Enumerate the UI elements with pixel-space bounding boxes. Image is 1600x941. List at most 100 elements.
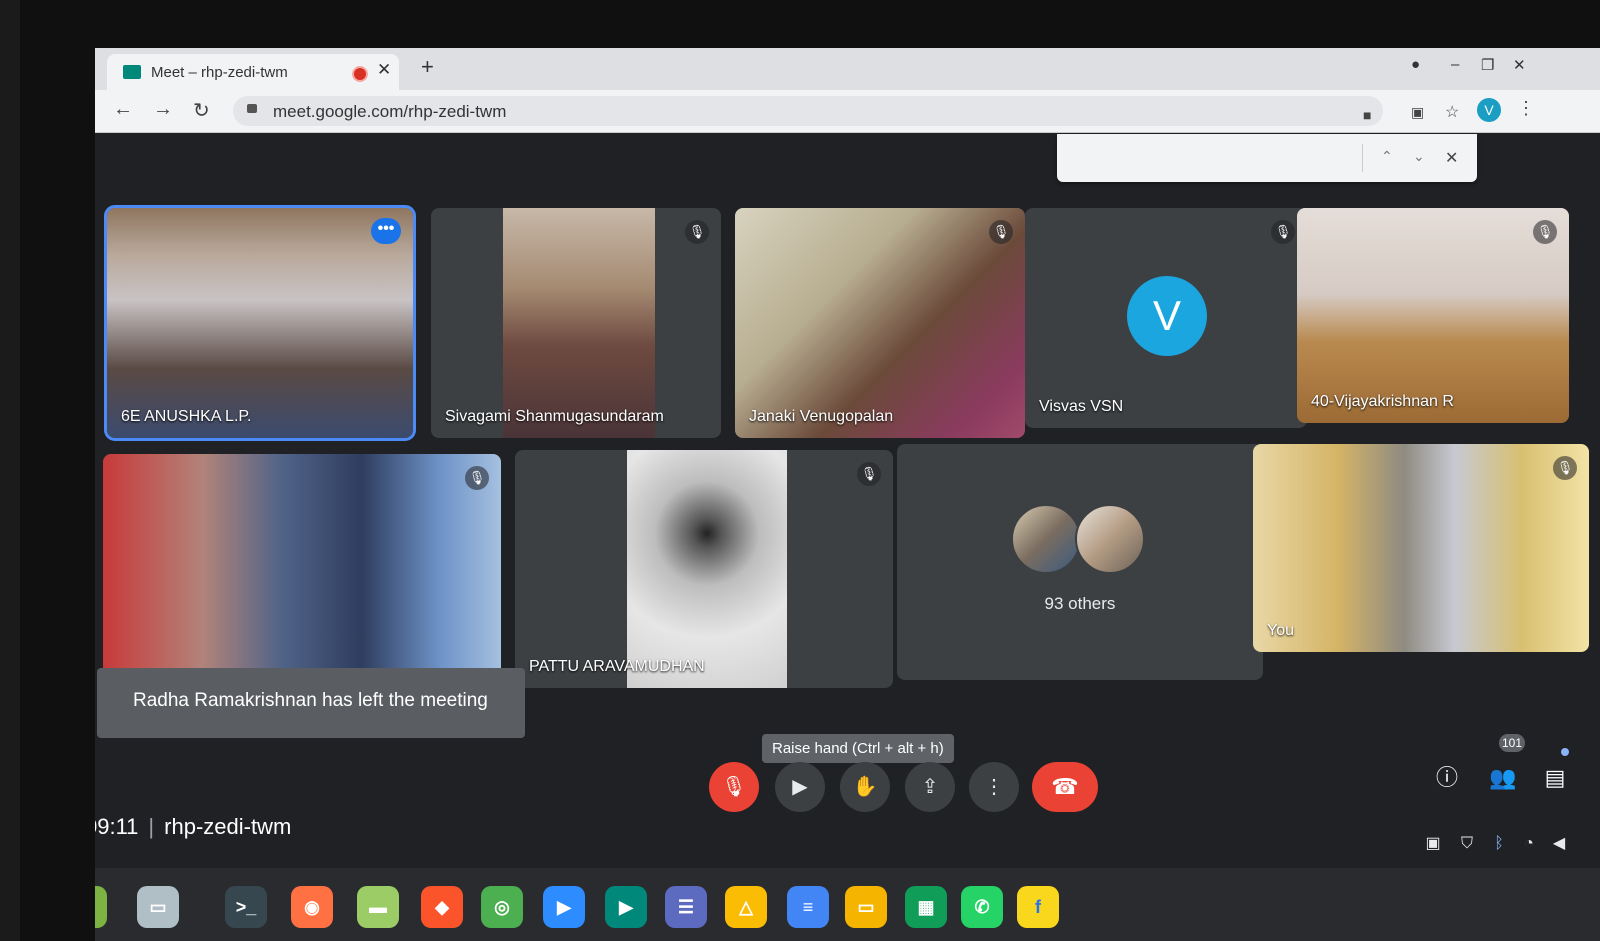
google-meet-icon[interactable]: ▶ [605,886,647,928]
find-next-icon[interactable]: ⌄ [1413,148,1425,165]
more-vert-icon: ⋮ [984,776,1004,798]
participant-video [735,208,1025,438]
raise-hand-tooltip: Raise hand (Ctrl + alt + h) [762,734,954,763]
participant-tile[interactable]: 🎙 [103,454,501,676]
new-tab-button[interactable]: + [421,54,434,80]
recording-indicator-icon [352,66,368,82]
profile-avatar[interactable]: V [1477,98,1501,122]
minimize-icon[interactable]: – [1451,56,1459,73]
participant-tile[interactable]: 🎙 Sivagami Shanmugasundaram [431,208,721,438]
maximize-icon[interactable]: ❐ [1481,56,1494,74]
present-button[interactable]: ⇪ [905,762,955,812]
volume-icon[interactable]: ◀ [1547,832,1571,856]
meeting-info-icon[interactable]: ⓘ [1429,760,1465,796]
zoom-icon[interactable]: ▶ [543,886,585,928]
meeting-code: rhp-zedi-twm [164,814,292,839]
camera-tray-icon[interactable]: ▣ [1421,832,1445,856]
participant-name: You [1267,622,1294,639]
back-icon[interactable]: ← [113,98,133,121]
participant-name: Sivagami Shanmugasundaram [445,408,664,425]
participant-tile[interactable]: 🎙 40-Vijayakrishnan R [1297,208,1569,423]
find-bar: ⌃ ⌄ ✕ [1057,134,1477,182]
participant-video [107,208,413,438]
shield-icon[interactable]: ⛉ [1455,832,1479,856]
chrome-icon[interactable]: ◎ [481,886,523,928]
mic-off-icon: 🎙 [1271,220,1295,244]
mic-off-icon: 🎙 [465,466,489,490]
participant-video [627,450,787,688]
participant-name: Visvas VSN [1039,398,1124,415]
meeting-details: 09:11 | rhp-zedi-twm [95,814,291,840]
find-bar-divider [1362,144,1363,172]
participant-count-badge: 101 [1499,734,1525,752]
mic-off-icon: 🎙 [685,220,709,244]
flipkart-icon[interactable]: f [1017,886,1059,928]
google-sheets-icon[interactable]: ▦ [905,886,947,928]
files-icon[interactable]: ▬ [357,886,399,928]
others-tile[interactable]: 93 others [897,444,1263,680]
chat-notification-dot [1561,748,1569,756]
screen: Meet – rhp-zedi-twm ✕ + ● – ❐ ✕ ← → ↻ me… [95,48,1600,941]
participant-tile[interactable]: 🎙 Janaki Venugopalan [735,208,1025,438]
camera-icon: ▶ [792,776,808,798]
participant-name: PATTU ARAVAMUDHAN [529,658,705,675]
reload-icon[interactable]: ↻ [193,98,210,123]
participant-name: 6E ANUSHKA L.P. [121,408,252,425]
google-docs-icon[interactable]: ≡ [787,886,829,928]
present-icon: ⇪ [921,776,939,798]
brave-icon[interactable]: ◆ [421,886,463,928]
tab-search-icon[interactable]: ● [1411,56,1420,73]
wifi-icon[interactable]: ◔ [1517,832,1541,856]
participant-video [103,454,501,676]
participant-tile[interactable]: 🎙 PATTU ARAVAMUDHAN [515,450,893,688]
google-slides-icon[interactable]: ▭ [845,886,887,928]
mic-off-icon: 🎙 [1553,456,1577,480]
bluetooth-icon[interactable]: ᛒ [1487,832,1511,856]
browser-menu-icon[interactable]: ⋮ [1517,98,1535,119]
bookmark-star-icon[interactable]: ☆ [1445,102,1459,122]
monitor-bezel: Meet – rhp-zedi-twm ✕ + ● – ❐ ✕ ← → ↻ me… [20,0,1600,941]
lock-icon [247,104,257,113]
participant-name: 40-Vijayakrishnan R [1311,393,1454,410]
whatsapp-icon[interactable]: ✆ [961,886,1003,928]
close-window-icon[interactable]: ✕ [1513,56,1526,74]
find-previous-icon[interactable]: ⌃ [1381,148,1393,165]
meeting-time: 09:11 [95,814,139,839]
browser-toolbar: ← → ↻ meet.google.com/rhp-zedi-twm ■ ▣ ☆… [95,90,1600,133]
mic-off-icon: 🎙 [1533,220,1557,244]
participant-video [1297,208,1569,423]
notification-toast: Radha Ramakrishnan has left the meeting [97,668,525,738]
firefox-icon[interactable]: ◉ [291,886,333,928]
mic-off-icon: 🎙 [721,776,747,798]
find-close-icon[interactable]: ✕ [1445,148,1458,168]
address-bar[interactable]: meet.google.com/rhp-zedi-twm ■ [233,96,1383,126]
chat-icon[interactable]: ▤ [1537,760,1573,796]
url-text: meet.google.com/rhp-zedi-twm [273,102,507,121]
extension-icon[interactable]: ▣ [1411,104,1424,121]
participant-tile[interactable]: ••• 6E ANUSHKA L.P. [104,205,416,441]
tasks-list-icon[interactable]: ☰ [665,886,707,928]
desktop-icon[interactable]: ▭ [137,886,179,928]
raise-hand-button[interactable]: ✋ [840,762,890,812]
camera-permission-icon[interactable]: ■ [1363,107,1371,123]
mint-menu-icon[interactable]: m [95,886,107,928]
people-icon[interactable]: 👥 [1485,760,1521,796]
hand-icon: ✋ [852,776,878,798]
participant-thumbnail [1011,504,1081,574]
meet-favicon-icon [123,65,141,79]
mic-toggle-button[interactable]: 🎙 [709,762,759,812]
tab-close-icon[interactable]: ✕ [377,60,391,80]
leave-call-button[interactable]: ☎ [1032,762,1098,812]
more-options-icon[interactable]: ••• [371,218,401,244]
forward-icon[interactable]: → [153,98,173,121]
tab-title: Meet – rhp-zedi-twm [151,64,288,81]
participant-tile[interactable]: V 🎙 Visvas VSN [1025,208,1307,428]
terminal-icon[interactable]: >_ [225,886,267,928]
meeting-info-separator: | [148,814,155,839]
mic-off-icon: 🎙 [989,220,1013,244]
google-drive-icon[interactable]: △ [725,886,767,928]
browser-tab[interactable]: Meet – rhp-zedi-twm ✕ [107,54,399,90]
camera-toggle-button[interactable]: ▶ [775,762,825,812]
self-view-tile[interactable]: 🎙 You [1253,444,1589,652]
more-options-button[interactable]: ⋮ [969,762,1019,812]
